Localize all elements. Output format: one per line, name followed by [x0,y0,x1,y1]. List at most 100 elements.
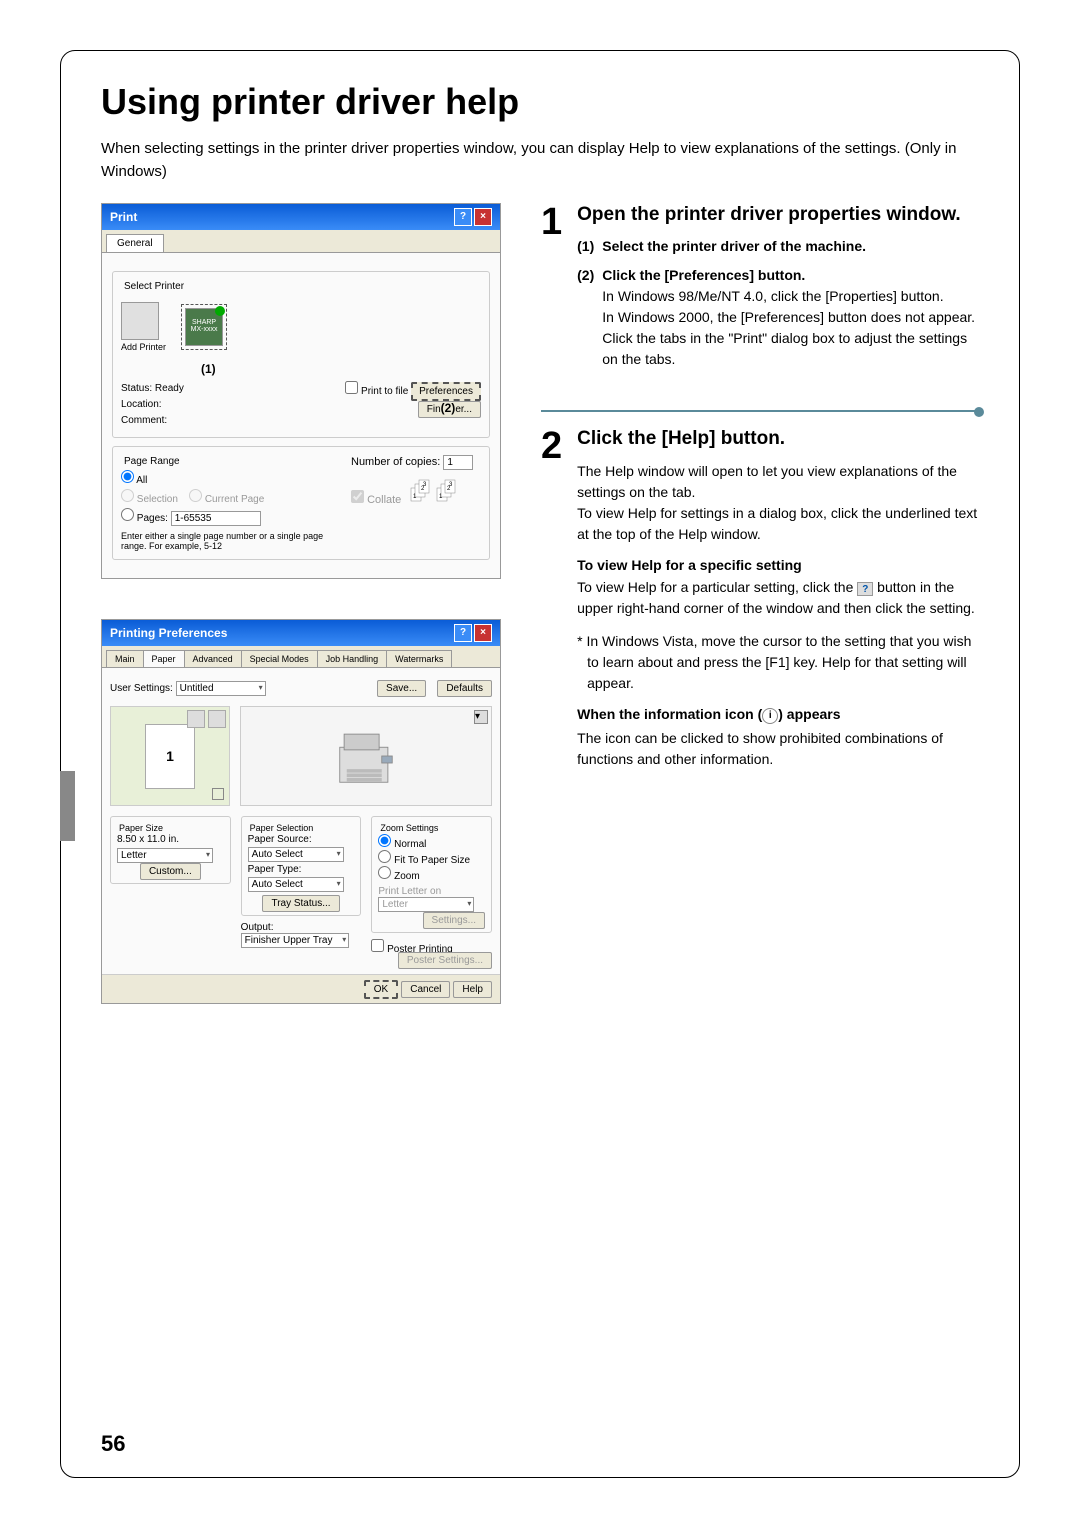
ok-button[interactable]: OK [364,980,398,999]
sharp-model: MX-xxxx [191,326,218,333]
custom-button[interactable]: Custom... [140,863,201,880]
page-title: Using printer driver help [101,81,979,123]
tab-main[interactable]: Main [106,650,144,667]
radio-zoom-normal[interactable] [378,834,391,847]
preview-toggle-icon[interactable] [212,788,224,800]
status-dot-icon [215,306,225,316]
zoom-settings-label: Zoom Settings [378,823,440,833]
copies-input[interactable] [443,455,473,470]
radio-zoom-zoom[interactable] [378,866,391,879]
annotation-1: (1) [201,362,481,376]
add-printer-icon[interactable] [121,302,159,340]
step-1-number: 1 [541,203,562,241]
radio-pages[interactable] [121,508,134,521]
step-2-number: 2 [541,427,562,465]
substep-1-1-title: Select the printer driver of the machine… [602,238,979,254]
page-number: 56 [101,1431,125,1457]
machine-preview: ▾ [240,706,492,806]
collate-checkbox: Collate [351,494,401,506]
paper-source-dropdown[interactable]: Auto Select [248,847,344,862]
step-1-title: Open the printer driver properties windo… [577,203,979,228]
step-2-title: Click the [Help] button. [577,427,979,452]
radio-zoom-fit[interactable] [378,850,391,863]
side-tab [60,771,75,841]
defaults-button[interactable]: Defaults [437,680,492,697]
sharp-label: SHARP [192,319,216,326]
paper-type-label: Paper Type: [248,864,355,875]
step-2-body-3: The icon can be clicked to show prohibit… [577,728,979,770]
tab-paper[interactable]: Paper [143,650,185,667]
orientation-icon[interactable] [187,710,205,728]
print-dialog-titlebar: Print ? × [102,204,500,230]
question-icon: ? [857,582,873,596]
print-letter-dropdown: Letter [378,897,474,912]
close-icon[interactable]: × [474,208,492,226]
step-2-body-2: To view Help for a particular setting, c… [577,577,979,619]
select-printer-label: Select Printer [121,281,187,292]
add-printer-label: Add Printer [121,342,166,352]
printing-preferences-titlebar: Printing Preferences ? × [102,620,500,646]
user-settings-dropdown[interactable]: Untitled [176,681,266,696]
preview-page-num: 1 [166,748,174,764]
location-label: Location: [121,399,162,410]
print-letter-label: Print Letter on [378,886,485,897]
print-dialog: Print ? × General Select Printer [101,203,501,579]
radio-all[interactable] [121,470,134,483]
radio-current-page [189,489,202,502]
output-dropdown[interactable]: Finisher Upper Tray [241,933,350,948]
copies-label: Number of copies: [351,456,440,468]
paper-source-label: Paper Source: [248,834,355,845]
step-2-body-2c: * In Windows Vista, move the cursor to t… [577,631,979,694]
status-value: Ready [155,383,184,394]
tab-special-modes[interactable]: Special Modes [241,650,318,667]
info-icon: i [762,708,778,724]
substep-1-2-title: Click the [Preferences] button. [602,267,979,283]
pages-input[interactable] [171,511,261,526]
pages-hint: Enter either a single page number or a s… [121,531,341,551]
substep-1-2-body: In Windows 98/Me/NT 4.0, click the [Prop… [602,286,979,370]
paper-type-dropdown[interactable]: Auto Select [248,877,344,892]
help-icon[interactable]: ? [454,208,472,226]
printer-machine-icon [321,721,411,791]
tab-watermarks[interactable]: Watermarks [386,650,452,667]
poster-settings-button: Poster Settings... [398,952,492,969]
status-label: Status: [121,383,152,394]
output-label: Output: [241,922,362,933]
substep-1-2-num: (2) [577,267,594,370]
page-subtitle: When selecting settings in the printer d… [101,138,979,183]
comment-label: Comment: [121,415,167,426]
zoom-settings-button: Settings... [423,912,485,929]
orientation-icon[interactable] [208,710,226,728]
paper-selection-label: Paper Selection [248,823,316,833]
substep-1-1-num: (1) [577,238,594,257]
step-2-heading-3: When the information icon (i) appears [577,706,979,723]
cancel-button[interactable]: Cancel [401,981,450,998]
collate-icon: 123123 [409,478,459,506]
page-range-label: Page Range [121,456,183,467]
page-preview: 1 [110,706,230,806]
step-2-heading-2: To view Help for a specific setting [577,557,979,573]
annotation-2: (2) [441,401,456,415]
step-2-body-1: The Help window will open to let you vie… [577,461,979,545]
tray-status-button[interactable]: Tray Status... [262,895,339,912]
poster-printing-checkbox[interactable] [371,939,384,952]
paper-size-dim: 8.50 x 11.0 in. [117,834,224,845]
tab-advanced[interactable]: Advanced [184,650,242,667]
tab-general[interactable]: General [106,234,164,252]
radio-selection [121,489,134,502]
find-printer-button[interactable]: Fin(2)er... [418,401,481,418]
printing-preferences-title: Printing Preferences [110,626,227,640]
divider [541,410,979,412]
save-button[interactable]: Save... [377,680,426,697]
help-button[interactable]: Help [453,981,492,998]
paper-size-dropdown[interactable]: Letter [117,848,213,863]
printing-preferences-dialog: Printing Preferences ? × Main Paper Adva… [101,619,501,1004]
preferences-button[interactable]: Preferences [411,382,481,401]
print-to-file-checkbox[interactable]: Print to file [345,386,408,397]
preview-toggle-icon[interactable]: ▾ [474,710,488,724]
tab-job-handling[interactable]: Job Handling [317,650,388,667]
print-dialog-title: Print [110,210,137,224]
close-icon[interactable]: × [474,624,492,642]
sharp-printer-icon[interactable]: SHARP MX-xxxx [185,308,223,346]
help-icon[interactable]: ? [454,624,472,642]
